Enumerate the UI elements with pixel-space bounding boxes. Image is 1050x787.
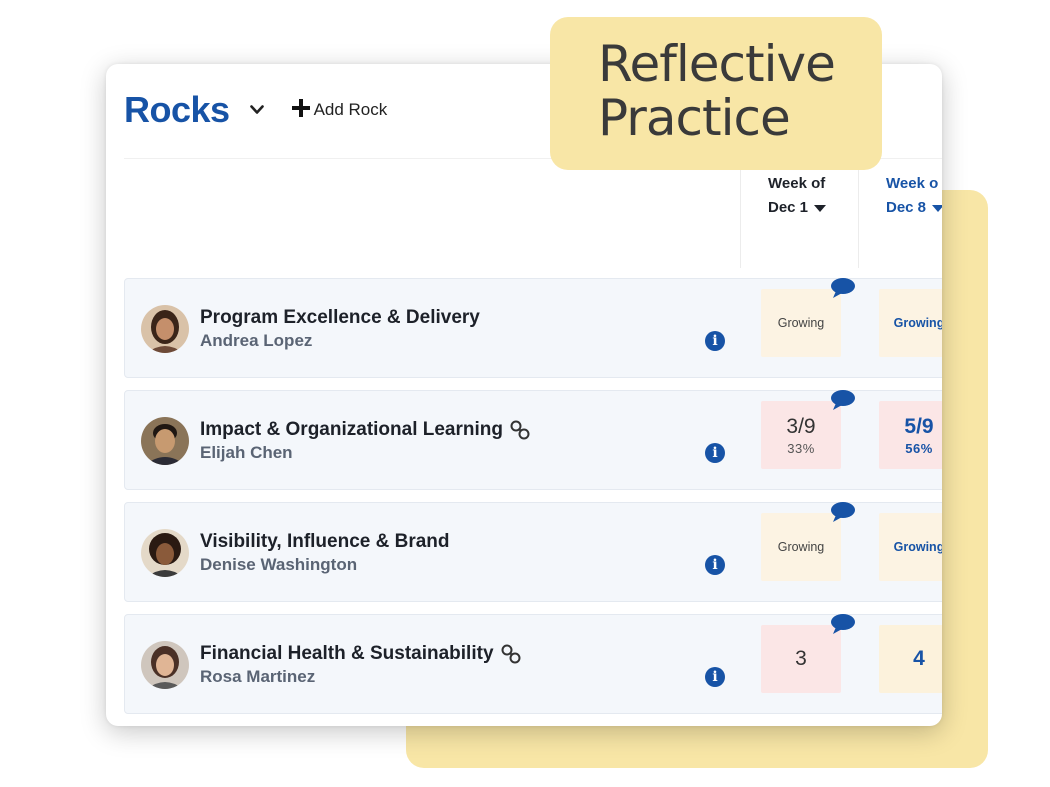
cell-percent: 56% xyxy=(905,440,933,456)
add-rock-label: Add Rock xyxy=(313,100,388,119)
week-header-dec-8[interactable]: Week o Dec 8 xyxy=(886,172,942,220)
week-cell[interactable]: 3 xyxy=(761,625,841,693)
link-icon[interactable] xyxy=(509,419,531,441)
add-rock-button[interactable]: Add Rock xyxy=(291,98,388,122)
rock-owner: Elijah Chen xyxy=(200,443,293,462)
page-title: Rocks xyxy=(124,89,230,130)
cell-status: Growing xyxy=(777,540,825,554)
week-header-line1: Week o xyxy=(886,175,939,192)
week-header-line2: Dec 8 xyxy=(886,199,927,216)
comment-icon[interactable] xyxy=(830,501,856,523)
reflective-practice-banner: Reflective Practice xyxy=(550,17,882,170)
rock-row[interactable]: Program Excellence & Delivery Andrea Lop… xyxy=(124,278,942,378)
rock-row[interactable]: Visibility, Influence & Brand Denise Was… xyxy=(124,502,942,602)
column-divider xyxy=(740,168,741,268)
header: Rocks Add Rock xyxy=(124,89,388,130)
week-cell[interactable]: 3/9 33% xyxy=(761,401,841,469)
rock-owner: Rosa Martinez xyxy=(200,667,316,686)
banner-text: Reflective Practice xyxy=(598,35,836,147)
banner-line1: Reflective xyxy=(598,35,836,93)
rock-owner: Andrea Lopez xyxy=(200,331,313,350)
caret-down-icon xyxy=(932,204,942,212)
rock-row[interactable]: Financial Health & Sustainability Rosa M… xyxy=(124,614,942,714)
cell-status: Growing xyxy=(777,316,825,330)
cell-score: 5/9 xyxy=(904,414,934,438)
rock-title[interactable]: Visibility, Influence & Brand xyxy=(200,531,450,553)
rock-title[interactable]: Financial Health & Sustainability xyxy=(200,643,522,665)
caret-down-icon xyxy=(814,204,827,212)
comment-icon[interactable] xyxy=(830,613,856,635)
comment-icon[interactable] xyxy=(830,389,856,411)
week-cell[interactable]: Growing xyxy=(879,289,942,357)
chevron-down-icon[interactable] xyxy=(248,101,266,119)
avatar xyxy=(141,641,189,689)
week-cell[interactable]: 5/9 56% xyxy=(879,401,942,469)
info-icon[interactable]: i xyxy=(705,667,725,687)
cell-status: Growing xyxy=(893,316,942,330)
cell-percent: 33% xyxy=(787,440,815,456)
info-icon[interactable]: i xyxy=(705,331,725,351)
info-icon[interactable]: i xyxy=(705,443,725,463)
cell-score: 3 xyxy=(795,647,807,670)
week-cell[interactable]: Growing xyxy=(879,513,942,581)
link-icon[interactable] xyxy=(500,643,522,665)
week-header-line2: Dec 1 xyxy=(768,199,809,216)
week-header-dec-1[interactable]: Week of Dec 1 xyxy=(768,172,884,220)
cell-score: 4 xyxy=(913,647,925,670)
week-cell[interactable]: Growing xyxy=(761,289,841,357)
rock-owner: Denise Washington xyxy=(200,555,358,574)
week-cell[interactable]: 4 xyxy=(879,625,942,693)
comment-icon[interactable] xyxy=(830,277,856,299)
plus-icon xyxy=(291,98,310,122)
avatar xyxy=(141,417,189,465)
avatar xyxy=(141,305,189,353)
week-header-line1: Week of xyxy=(768,175,826,192)
week-cell[interactable]: Growing xyxy=(761,513,841,581)
banner-line2: Practice xyxy=(598,89,791,147)
info-icon[interactable]: i xyxy=(705,555,725,575)
rock-title[interactable]: Program Excellence & Delivery xyxy=(200,307,480,329)
avatar xyxy=(141,529,189,577)
cell-score: 3/9 xyxy=(786,414,816,438)
rock-row[interactable]: Impact & Organizational Learning Elijah … xyxy=(124,390,942,490)
rock-title[interactable]: Impact & Organizational Learning xyxy=(200,419,531,441)
cell-status: Growing xyxy=(893,540,942,554)
